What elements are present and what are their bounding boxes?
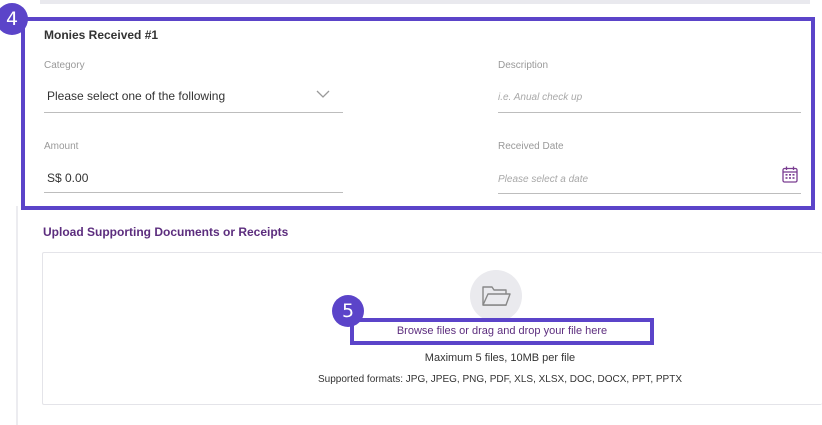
- upload-limits-text: Maximum 5 files, 10MB per file: [424, 352, 576, 364]
- amount-value: S$ 0.00: [47, 171, 89, 185]
- category-label: Category: [44, 60, 85, 71]
- supported-formats-text: Supported formats: JPG, JPEG, PNG, PDF, …: [317, 374, 682, 385]
- received-date-placeholder: Please select a date: [498, 174, 589, 185]
- highlight-box-monies-received: [21, 17, 815, 210]
- upload-icon-circle: [470, 270, 522, 322]
- description-label: Description: [498, 60, 549, 71]
- description-placeholder: i.e. Anual check up: [498, 92, 583, 103]
- amount-label: Amount: [44, 141, 79, 152]
- chevron-down-icon: [316, 90, 330, 98]
- section-title: Monies Received #1: [44, 28, 159, 42]
- amount-underline: [44, 192, 343, 193]
- upload-section-title: Upload Supporting Documents or Receipts: [43, 225, 289, 239]
- calendar-icon[interactable]: [782, 166, 798, 183]
- category-underline: [44, 112, 343, 113]
- top-divider: [40, 0, 810, 4]
- description-underline: [498, 112, 801, 113]
- folder-icon: [482, 286, 511, 306]
- browse-files-link[interactable]: Browse files or drag and drop your file …: [354, 322, 650, 341]
- category-selected-value: Please select one of the following: [47, 89, 226, 103]
- received-date-label: Received Date: [498, 141, 564, 152]
- left-divider: [16, 206, 18, 425]
- received-date-underline: [498, 193, 801, 194]
